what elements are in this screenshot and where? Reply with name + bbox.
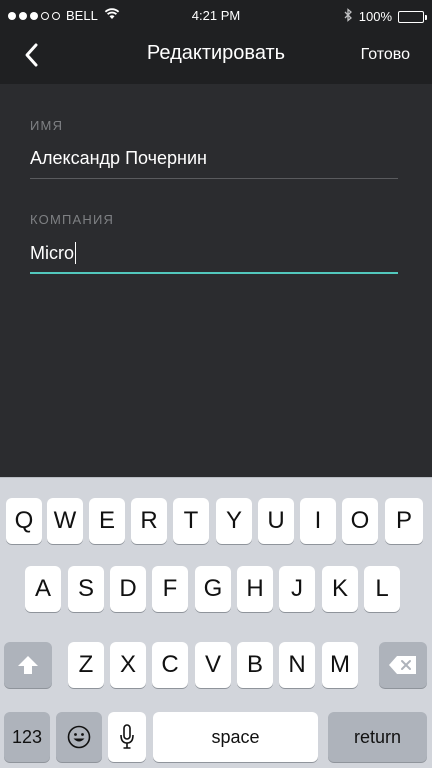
shift-icon [18, 656, 38, 674]
key-b[interactable]: B [237, 642, 273, 688]
return-key[interactable]: return [328, 712, 427, 762]
navigation-bar: Редактировать Готово [0, 32, 432, 84]
backspace-key[interactable] [379, 642, 427, 688]
key-t[interactable]: T [173, 498, 209, 544]
key-r[interactable]: R [131, 498, 167, 544]
microphone-icon [120, 724, 134, 749]
keyboard: Q W E R T Y U I O P A S D F G H J K L Z … [0, 477, 432, 768]
key-g[interactable]: G [195, 566, 231, 612]
done-button[interactable]: Готово [361, 46, 410, 64]
name-underline [30, 178, 398, 179]
emoji-key[interactable] [56, 712, 102, 762]
dictation-key[interactable] [108, 712, 146, 762]
key-i[interactable]: I [300, 498, 336, 544]
status-bar: BELL 4:21 PM 100% [0, 0, 432, 32]
key-n[interactable]: N [279, 642, 315, 688]
key-a[interactable]: A [25, 566, 61, 612]
emoji-icon [67, 725, 91, 749]
key-c[interactable]: C [152, 642, 188, 688]
key-z[interactable]: Z [68, 642, 104, 688]
space-key[interactable]: space [153, 712, 318, 762]
battery-icon [398, 10, 427, 23]
company-underline [30, 272, 398, 274]
key-y[interactable]: Y [216, 498, 252, 544]
backspace-icon [389, 656, 416, 674]
key-u[interactable]: U [258, 498, 294, 544]
key-v[interactable]: V [195, 642, 231, 688]
name-label: ИМЯ [30, 118, 64, 133]
text-cursor [75, 242, 76, 264]
key-o[interactable]: O [342, 498, 378, 544]
key-q[interactable]: Q [6, 498, 42, 544]
key-k[interactable]: K [322, 566, 358, 612]
top-bar: BELL 4:21 PM 100% Редактировать Готово [0, 0, 432, 84]
bluetooth-icon [343, 8, 353, 25]
key-p[interactable]: P [385, 498, 423, 544]
key-s[interactable]: S [68, 566, 104, 612]
numbers-key[interactable]: 123 [4, 712, 50, 762]
status-right: 100% [343, 8, 427, 25]
company-label: КОМПАНИЯ [30, 212, 115, 227]
key-l[interactable]: L [364, 566, 400, 612]
key-w[interactable]: W [47, 498, 83, 544]
name-field[interactable]: Александр Почернин [30, 148, 207, 169]
company-field-text: Micro [30, 242, 74, 263]
company-field[interactable]: Micro [30, 242, 76, 264]
key-j[interactable]: J [279, 566, 315, 612]
shift-key[interactable] [4, 642, 52, 688]
key-m[interactable]: M [322, 642, 358, 688]
battery-percent: 100% [358, 9, 392, 24]
key-x[interactable]: X [110, 642, 146, 688]
key-h[interactable]: H [237, 566, 273, 612]
key-e[interactable]: E [89, 498, 125, 544]
key-d[interactable]: D [110, 566, 146, 612]
key-f[interactable]: F [152, 566, 188, 612]
